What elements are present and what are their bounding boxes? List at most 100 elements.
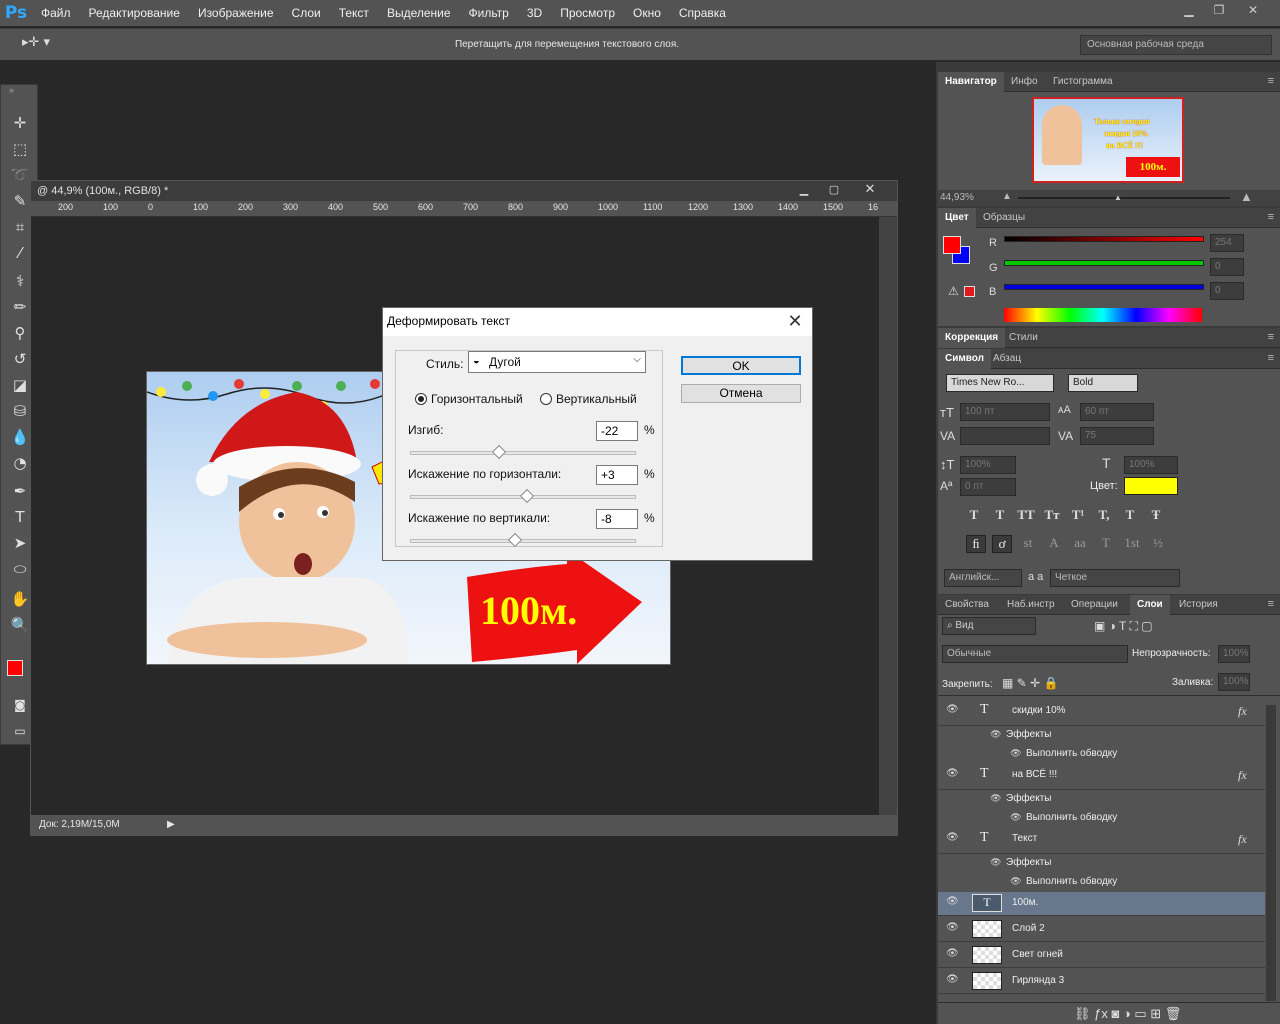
layer-row[interactable]: 👁 Tскидки 10% fx	[938, 700, 1265, 726]
zoom-slider[interactable]: ▲	[1018, 193, 1230, 202]
opentype-button[interactable]: 1st	[1122, 535, 1142, 553]
panel-menu-icon[interactable]: ≡	[1268, 598, 1274, 610]
stroke-effect-row[interactable]: 👁 Выполнить обводку	[938, 809, 1265, 828]
eye-icon[interactable]: 👁	[990, 793, 1001, 804]
type-style-button[interactable]: Ŧ	[1146, 507, 1166, 523]
doc-close-icon[interactable]: ✕	[857, 181, 883, 199]
fx-icon[interactable]: fx	[1238, 768, 1247, 783]
eye-icon[interactable]: 👁	[946, 832, 959, 843]
opentype-button[interactable]: ơ	[992, 535, 1012, 553]
navigator-zoom[interactable]: 44,93%	[940, 192, 974, 203]
leading-field[interactable]: 60 пт	[1080, 403, 1154, 421]
panel-tab[interactable]: Гистограмма	[1046, 72, 1120, 92]
opentype-button[interactable]: ½	[1148, 535, 1168, 553]
vertical-radio[interactable]	[540, 393, 552, 405]
effects-row[interactable]: 👁 Эффекты	[938, 790, 1265, 809]
eye-icon[interactable]: 👁	[1010, 876, 1021, 887]
doc-minimize-icon[interactable]: ▁	[791, 183, 817, 199]
eye-icon[interactable]: 👁	[946, 922, 959, 933]
close-icon[interactable]: ✕	[1240, 0, 1266, 20]
r-value[interactable]: 254	[1210, 234, 1244, 252]
effects-row[interactable]: 👁 Эффекты	[938, 854, 1265, 873]
panel-menu-icon[interactable]: ≡	[1268, 211, 1274, 223]
g-slider[interactable]	[1004, 260, 1204, 266]
navigator-thumbnail[interactable]: Только сегодня скидки 10% на ВСЁ !!! 100…	[1032, 97, 1184, 183]
tracking-field[interactable]: 75	[1080, 427, 1154, 445]
doc-restore-icon[interactable]: ▢	[821, 183, 847, 199]
panel-tab[interactable]: Образцы	[976, 208, 1032, 228]
effects-row[interactable]: 👁 Эффекты	[938, 726, 1265, 745]
panel-tab[interactable]: Навигатор	[938, 72, 1004, 92]
eye-icon[interactable]: 👁	[1010, 812, 1021, 823]
panel-menu-icon[interactable]: ≡	[1268, 331, 1274, 343]
type-style-button[interactable]: T	[990, 507, 1010, 523]
stroke-effect-row[interactable]: 👁 Выполнить обводку	[938, 873, 1265, 892]
panel-tab[interactable]: Цвет	[938, 208, 976, 228]
language-select[interactable]: Английск...	[944, 569, 1022, 587]
panel-menu-icon[interactable]: ≡	[1268, 352, 1274, 364]
layers-scrollbar[interactable]	[1266, 705, 1276, 1001]
eye-icon[interactable]: 👁	[946, 974, 959, 985]
style-select[interactable]: ◒ Дугой ⌵	[468, 351, 646, 373]
fill-field[interactable]: 100%	[1218, 673, 1250, 691]
eye-icon[interactable]: 👁	[946, 768, 959, 779]
dialog-close-icon[interactable]: ✕	[786, 311, 804, 331]
menu-item[interactable]: Редактирование	[80, 0, 189, 26]
type-style-button[interactable]: TT	[1016, 507, 1036, 523]
filter-pixel-icon[interactable]: ▣ ◑ T ⛶ ▢	[1094, 619, 1153, 634]
bend-slider-thumb[interactable]	[492, 444, 507, 460]
marquee-tool-icon[interactable]: ⬚	[7, 137, 33, 161]
panel-tab[interactable]: Слои	[1130, 595, 1170, 615]
menu-item[interactable]: 3D	[518, 0, 551, 26]
lock-icons[interactable]: ▦ ✎ ✛ 🔒	[1002, 676, 1058, 690]
cancel-button[interactable]: Отмена	[681, 384, 801, 403]
zoom-slider-thumb[interactable]: ▲	[1114, 193, 1122, 202]
zoom-in-icon[interactable]: ▲	[1240, 189, 1253, 204]
panel-tab[interactable]: Абзац	[986, 349, 1028, 369]
b-slider[interactable]	[1004, 284, 1204, 290]
horizontal-radio[interactable]	[415, 393, 427, 405]
kerning-field[interactable]	[960, 427, 1050, 445]
vertical-scrollbar[interactable]	[879, 217, 897, 815]
menu-item[interactable]: Окно	[624, 0, 670, 26]
panel-tab[interactable]: История	[1172, 595, 1225, 615]
panel-tab[interactable]: Инфо	[1004, 72, 1045, 92]
ok-button[interactable]: OK	[681, 356, 801, 375]
color-ramp[interactable]	[1004, 308, 1202, 322]
hdist-slider-thumb[interactable]	[520, 488, 535, 504]
eye-icon[interactable]: 👁	[946, 948, 959, 959]
panel-menu-icon[interactable]: ≡	[1268, 75, 1274, 87]
vdist-slider-thumb[interactable]	[507, 532, 523, 548]
status-menu-icon[interactable]: ▶	[167, 815, 175, 835]
eye-icon[interactable]: 👁	[990, 857, 1001, 868]
menu-item[interactable]: Слои	[283, 0, 330, 26]
layer-filter-select[interactable]: ⌕ Вид	[942, 617, 1036, 635]
opacity-field[interactable]: 100%	[1218, 645, 1250, 663]
opentype-button[interactable]: aa	[1070, 535, 1090, 553]
eye-icon[interactable]: 👁	[1010, 748, 1021, 759]
menu-item[interactable]: Выделение	[378, 0, 460, 26]
panel-tab[interactable]: Наб.инстр	[1000, 595, 1062, 615]
panel-tab[interactable]: Свойства	[938, 595, 996, 615]
menu-item[interactable]: Изображение	[189, 0, 283, 26]
gamut-warning-icon[interactable]: ⚠	[948, 284, 959, 298]
g-value[interactable]: 0	[1210, 258, 1244, 276]
opentype-button[interactable]: T	[1096, 535, 1116, 553]
document-tab[interactable]: @ 44,9% (100м., RGB/8) *	[31, 181, 897, 201]
bend-input[interactable]: -22	[596, 421, 638, 441]
type-style-button[interactable]: Tт	[1042, 507, 1062, 523]
gamut-color-chip[interactable]	[964, 286, 975, 297]
workspace-select[interactable]: Основная рабочая среда	[1080, 35, 1272, 55]
r-slider[interactable]	[1004, 236, 1204, 242]
menu-item[interactable]: Просмотр	[551, 0, 624, 26]
vdist-slider[interactable]	[410, 532, 636, 548]
type-style-button[interactable]: T	[1120, 507, 1140, 523]
b-value[interactable]: 0	[1210, 282, 1244, 300]
font-style-select[interactable]: Bold	[1068, 374, 1138, 392]
fx-icon[interactable]: fx	[1238, 704, 1247, 719]
vscale-field[interactable]: 100%	[960, 456, 1016, 474]
opentype-button[interactable]: A	[1044, 535, 1064, 553]
fg-color-chip[interactable]	[943, 236, 961, 254]
eye-icon[interactable]: 👁	[946, 896, 959, 907]
vdist-input[interactable]: -8	[596, 509, 638, 529]
